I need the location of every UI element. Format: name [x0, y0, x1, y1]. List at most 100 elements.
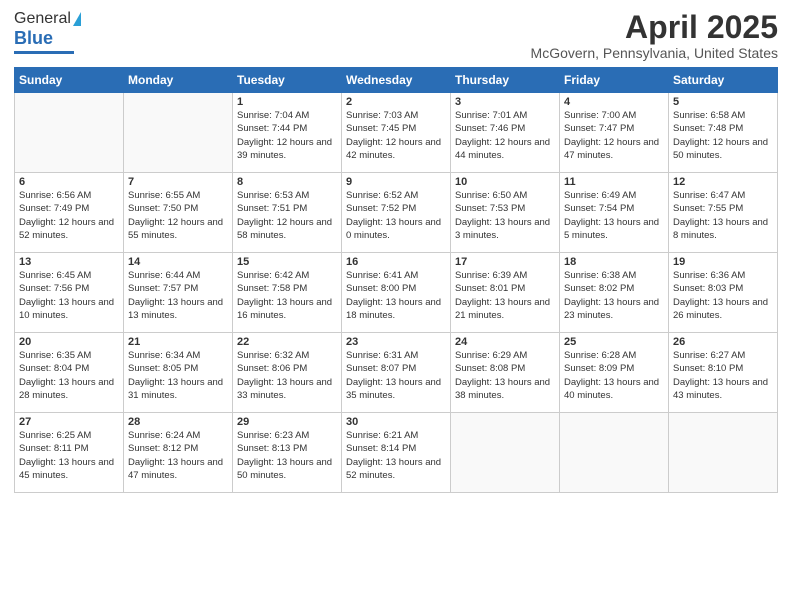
calendar-day-cell — [669, 413, 778, 493]
calendar-day-cell: 24Sunrise: 6:29 AM Sunset: 8:08 PM Dayli… — [451, 333, 560, 413]
day-info: Sunrise: 6:42 AM Sunset: 7:58 PM Dayligh… — [237, 269, 337, 322]
day-number: 27 — [19, 416, 119, 428]
calendar-day-cell: 25Sunrise: 6:28 AM Sunset: 8:09 PM Dayli… — [560, 333, 669, 413]
day-number: 16 — [346, 256, 446, 268]
day-info: Sunrise: 6:24 AM Sunset: 8:12 PM Dayligh… — [128, 429, 228, 482]
day-info: Sunrise: 6:36 AM Sunset: 8:03 PM Dayligh… — [673, 269, 773, 322]
logo-divider — [14, 51, 74, 54]
calendar-day-cell — [451, 413, 560, 493]
calendar-table: SundayMondayTuesdayWednesdayThursdayFrid… — [14, 67, 778, 493]
day-info: Sunrise: 7:03 AM Sunset: 7:45 PM Dayligh… — [346, 109, 446, 162]
header: General Blue April 2025 McGovern, Pennsy… — [14, 10, 778, 61]
calendar-day-cell: 15Sunrise: 6:42 AM Sunset: 7:58 PM Dayli… — [233, 253, 342, 333]
day-number: 13 — [19, 256, 119, 268]
day-info: Sunrise: 6:39 AM Sunset: 8:01 PM Dayligh… — [455, 269, 555, 322]
calendar-week-row: 1Sunrise: 7:04 AM Sunset: 7:44 PM Daylig… — [15, 93, 778, 173]
calendar-day-cell: 17Sunrise: 6:39 AM Sunset: 8:01 PM Dayli… — [451, 253, 560, 333]
day-info: Sunrise: 6:21 AM Sunset: 8:14 PM Dayligh… — [346, 429, 446, 482]
day-number: 23 — [346, 336, 446, 348]
weekday-header-saturday: Saturday — [669, 68, 778, 93]
day-number: 5 — [673, 96, 773, 108]
day-info: Sunrise: 6:56 AM Sunset: 7:49 PM Dayligh… — [19, 189, 119, 242]
day-info: Sunrise: 6:29 AM Sunset: 8:08 PM Dayligh… — [455, 349, 555, 402]
calendar-day-cell: 8Sunrise: 6:53 AM Sunset: 7:51 PM Daylig… — [233, 173, 342, 253]
calendar-day-cell: 29Sunrise: 6:23 AM Sunset: 8:13 PM Dayli… — [233, 413, 342, 493]
day-info: Sunrise: 6:34 AM Sunset: 8:05 PM Dayligh… — [128, 349, 228, 402]
weekday-header-tuesday: Tuesday — [233, 68, 342, 93]
day-info: Sunrise: 6:55 AM Sunset: 7:50 PM Dayligh… — [128, 189, 228, 242]
day-number: 15 — [237, 256, 337, 268]
page: General Blue April 2025 McGovern, Pennsy… — [0, 0, 792, 612]
calendar-day-cell: 21Sunrise: 6:34 AM Sunset: 8:05 PM Dayli… — [124, 333, 233, 413]
logo-general-text: General — [14, 10, 71, 28]
calendar-day-cell: 18Sunrise: 6:38 AM Sunset: 8:02 PM Dayli… — [560, 253, 669, 333]
calendar-week-row: 20Sunrise: 6:35 AM Sunset: 8:04 PM Dayli… — [15, 333, 778, 413]
month-title: April 2025 — [531, 10, 778, 45]
day-number: 25 — [564, 336, 664, 348]
day-info: Sunrise: 7:00 AM Sunset: 7:47 PM Dayligh… — [564, 109, 664, 162]
logo-blue-text: Blue — [14, 28, 53, 49]
day-info: Sunrise: 6:27 AM Sunset: 8:10 PM Dayligh… — [673, 349, 773, 402]
day-info: Sunrise: 6:41 AM Sunset: 8:00 PM Dayligh… — [346, 269, 446, 322]
day-number: 17 — [455, 256, 555, 268]
calendar-day-cell — [560, 413, 669, 493]
day-info: Sunrise: 6:47 AM Sunset: 7:55 PM Dayligh… — [673, 189, 773, 242]
calendar-day-cell: 1Sunrise: 7:04 AM Sunset: 7:44 PM Daylig… — [233, 93, 342, 173]
calendar-day-cell: 11Sunrise: 6:49 AM Sunset: 7:54 PM Dayli… — [560, 173, 669, 253]
day-number: 12 — [673, 176, 773, 188]
day-number: 28 — [128, 416, 228, 428]
calendar-week-row: 27Sunrise: 6:25 AM Sunset: 8:11 PM Dayli… — [15, 413, 778, 493]
calendar-day-cell: 20Sunrise: 6:35 AM Sunset: 8:04 PM Dayli… — [15, 333, 124, 413]
day-number: 20 — [19, 336, 119, 348]
day-number: 19 — [673, 256, 773, 268]
day-info: Sunrise: 6:52 AM Sunset: 7:52 PM Dayligh… — [346, 189, 446, 242]
day-info: Sunrise: 7:01 AM Sunset: 7:46 PM Dayligh… — [455, 109, 555, 162]
weekday-header-row: SundayMondayTuesdayWednesdayThursdayFrid… — [15, 68, 778, 93]
calendar-day-cell: 30Sunrise: 6:21 AM Sunset: 8:14 PM Dayli… — [342, 413, 451, 493]
day-info: Sunrise: 6:23 AM Sunset: 8:13 PM Dayligh… — [237, 429, 337, 482]
day-number: 11 — [564, 176, 664, 188]
day-info: Sunrise: 6:58 AM Sunset: 7:48 PM Dayligh… — [673, 109, 773, 162]
weekday-header-friday: Friday — [560, 68, 669, 93]
day-info: Sunrise: 6:49 AM Sunset: 7:54 PM Dayligh… — [564, 189, 664, 242]
day-number: 3 — [455, 96, 555, 108]
day-number: 2 — [346, 96, 446, 108]
day-info: Sunrise: 6:53 AM Sunset: 7:51 PM Dayligh… — [237, 189, 337, 242]
calendar-day-cell: 27Sunrise: 6:25 AM Sunset: 8:11 PM Dayli… — [15, 413, 124, 493]
calendar-day-cell: 26Sunrise: 6:27 AM Sunset: 8:10 PM Dayli… — [669, 333, 778, 413]
calendar-day-cell: 12Sunrise: 6:47 AM Sunset: 7:55 PM Dayli… — [669, 173, 778, 253]
calendar-day-cell: 4Sunrise: 7:00 AM Sunset: 7:47 PM Daylig… — [560, 93, 669, 173]
day-number: 4 — [564, 96, 664, 108]
day-number: 26 — [673, 336, 773, 348]
day-info: Sunrise: 6:38 AM Sunset: 8:02 PM Dayligh… — [564, 269, 664, 322]
weekday-header-sunday: Sunday — [15, 68, 124, 93]
location-text: McGovern, Pennsylvania, United States — [531, 45, 778, 61]
day-number: 14 — [128, 256, 228, 268]
calendar-day-cell: 13Sunrise: 6:45 AM Sunset: 7:56 PM Dayli… — [15, 253, 124, 333]
calendar-week-row: 13Sunrise: 6:45 AM Sunset: 7:56 PM Dayli… — [15, 253, 778, 333]
day-info: Sunrise: 6:50 AM Sunset: 7:53 PM Dayligh… — [455, 189, 555, 242]
calendar-day-cell: 28Sunrise: 6:24 AM Sunset: 8:12 PM Dayli… — [124, 413, 233, 493]
calendar-day-cell: 16Sunrise: 6:41 AM Sunset: 8:00 PM Dayli… — [342, 253, 451, 333]
day-number: 7 — [128, 176, 228, 188]
day-number: 9 — [346, 176, 446, 188]
logo: General Blue — [14, 10, 81, 54]
day-number: 22 — [237, 336, 337, 348]
calendar-day-cell: 19Sunrise: 6:36 AM Sunset: 8:03 PM Dayli… — [669, 253, 778, 333]
calendar-day-cell: 22Sunrise: 6:32 AM Sunset: 8:06 PM Dayli… — [233, 333, 342, 413]
day-number: 18 — [564, 256, 664, 268]
calendar-day-cell — [15, 93, 124, 173]
day-info: Sunrise: 6:31 AM Sunset: 8:07 PM Dayligh… — [346, 349, 446, 402]
day-info: Sunrise: 7:04 AM Sunset: 7:44 PM Dayligh… — [237, 109, 337, 162]
day-number: 29 — [237, 416, 337, 428]
calendar-day-cell — [124, 93, 233, 173]
day-info: Sunrise: 6:28 AM Sunset: 8:09 PM Dayligh… — [564, 349, 664, 402]
day-number: 6 — [19, 176, 119, 188]
day-info: Sunrise: 6:25 AM Sunset: 8:11 PM Dayligh… — [19, 429, 119, 482]
day-number: 10 — [455, 176, 555, 188]
calendar-week-row: 6Sunrise: 6:56 AM Sunset: 7:49 PM Daylig… — [15, 173, 778, 253]
calendar-day-cell: 6Sunrise: 6:56 AM Sunset: 7:49 PM Daylig… — [15, 173, 124, 253]
day-number: 30 — [346, 416, 446, 428]
day-info: Sunrise: 6:44 AM Sunset: 7:57 PM Dayligh… — [128, 269, 228, 322]
calendar-day-cell: 23Sunrise: 6:31 AM Sunset: 8:07 PM Dayli… — [342, 333, 451, 413]
